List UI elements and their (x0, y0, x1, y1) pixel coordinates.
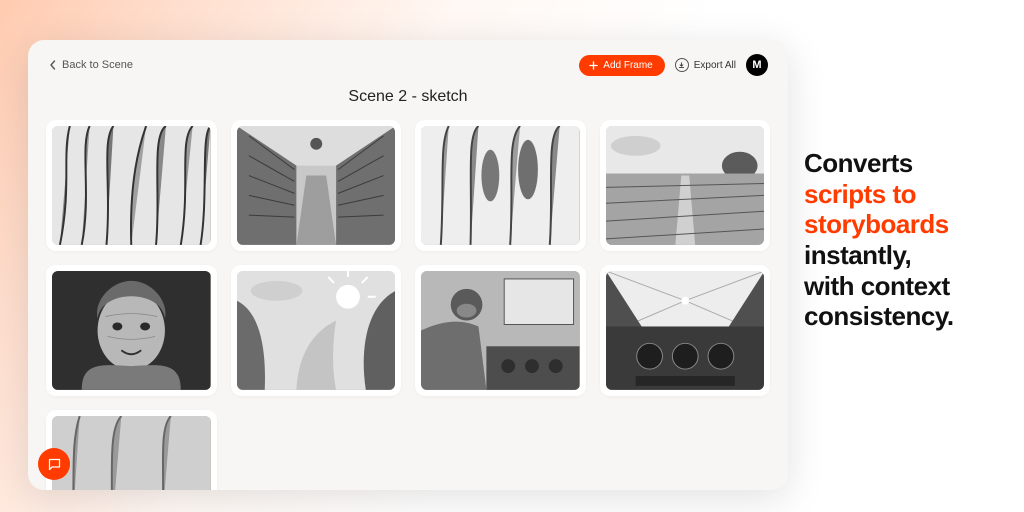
frame-card[interactable] (46, 265, 217, 396)
export-all-button[interactable]: Export All (675, 58, 736, 72)
frame-thumb-library (237, 126, 396, 245)
promo-l1: Converts (804, 148, 913, 178)
promo-headline: Converts scripts to storyboards instantl… (804, 148, 1000, 332)
frame-thumb-corn-ears (421, 126, 580, 245)
chat-icon (47, 457, 62, 472)
frame-card[interactable] (415, 120, 586, 251)
back-to-scene-link[interactable]: Back to Scene (48, 59, 133, 71)
export-all-label: Export All (694, 60, 736, 71)
promo-accent2: storyboards (804, 209, 949, 239)
scene-title: Scene 2 - sketch (28, 88, 788, 106)
frame-card[interactable] (600, 120, 771, 251)
topbar: Back to Scene Add Frame Export All M (28, 40, 788, 84)
chevron-left-icon (48, 60, 58, 70)
avatar-initial: M (752, 59, 761, 71)
frame-thumb-partial (52, 416, 211, 490)
topbar-actions: Add Frame Export All M (579, 54, 768, 76)
plus-icon (589, 61, 598, 70)
frame-card[interactable] (600, 265, 771, 396)
frame-card[interactable] (46, 410, 217, 490)
add-frame-label: Add Frame (603, 60, 652, 71)
chat-button[interactable] (38, 448, 70, 480)
promo-l6: consistency. (804, 301, 954, 331)
promo-accent1: scripts to (804, 179, 916, 209)
back-label: Back to Scene (62, 59, 133, 71)
promo-l5: with context (804, 271, 950, 301)
app-window: Back to Scene Add Frame Export All M Sce… (28, 40, 788, 490)
frame-card[interactable] (231, 120, 402, 251)
frame-card[interactable] (415, 265, 586, 396)
frame-card[interactable] (46, 120, 217, 251)
frame-thumb-field-landscape (606, 126, 765, 245)
avatar[interactable]: M (746, 54, 768, 76)
promo-l4: instantly, (804, 240, 911, 270)
frame-thumb-corn-leaves (52, 126, 211, 245)
frame-grid (28, 120, 788, 490)
frame-thumb-elderly-woman (52, 271, 211, 390)
add-frame-button[interactable]: Add Frame (579, 55, 664, 76)
download-icon (675, 58, 689, 72)
frame-thumb-cockpit-pov (606, 271, 765, 390)
frame-thumb-canyon-sun (237, 271, 396, 390)
frame-card[interactable] (231, 265, 402, 396)
frame-thumb-pilot-side (421, 271, 580, 390)
